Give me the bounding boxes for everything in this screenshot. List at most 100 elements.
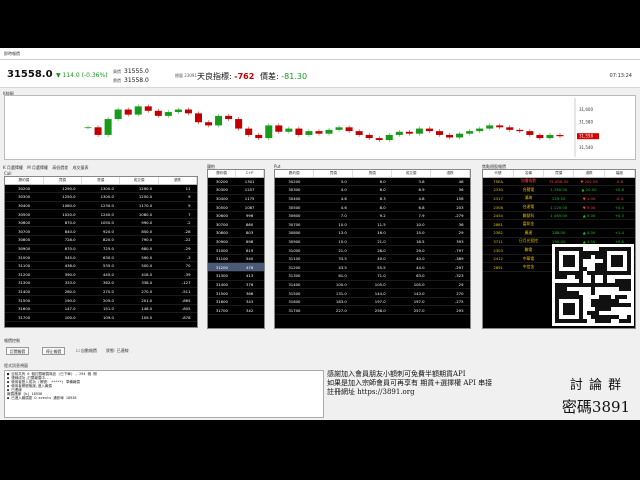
table-row[interactable]: 31600 183.0 197.0 197.0 -275 <box>275 297 470 307</box>
table-row[interactable]: 30600 7.0 9.2 7.9 -279 <box>275 211 470 221</box>
table-row[interactable]: 31100 438.0 535.0 500.0 70 <box>5 261 197 271</box>
table-row[interactable]: 31100 33.5 40.0 40.0 -389 <box>275 254 470 264</box>
unsubscribe-button[interactable]: 停止報價 <box>42 347 66 355</box>
table-row[interactable]: 31500 131.0 144.0 143.0 270 <box>275 288 470 298</box>
table-row[interactable]: 30800 803 <box>208 228 264 238</box>
put-col-header[interactable]: 賣價 <box>352 170 393 178</box>
put-cell: 31300 <box>275 271 314 281</box>
table-row[interactable]: 2330 台積電 1,760.00 ▲ 20.00 +0.6 <box>483 185 635 195</box>
table-row[interactable]: 31500 366 <box>208 288 264 298</box>
table-row[interactable]: 2308 台達電 1,120.00 ▼ 5.00 +0.4 <box>483 202 635 212</box>
table-row[interactable]: 31600 147.0 151.0 148.0 -805 <box>5 304 197 314</box>
table-row[interactable]: 30900 15.0 21.0 16.5 393 <box>275 237 470 247</box>
table-row[interactable]: 30800 13.0 16.0 15.0 29 <box>275 228 470 238</box>
table-row[interactable]: 30300 4.0 6.0 6.9 36 <box>275 185 470 195</box>
put-col-header[interactable]: 成交價 <box>391 170 432 178</box>
table-row[interactable]: 31700 100.0 109.0 109.0 -878 <box>5 312 197 322</box>
call-col-header[interactable]: 成交價 <box>119 177 159 185</box>
table-row[interactable]: 31700 227.0 258.0 257.0 293 <box>275 305 470 315</box>
table-row[interactable]: 31700 342 <box>208 305 264 315</box>
table-row[interactable]: 31300 61.0 71.0 63.0 -323 <box>275 271 470 281</box>
stock-col-header[interactable]: 名稱 <box>513 170 545 178</box>
put-col-header[interactable]: 履約價 <box>275 170 315 178</box>
mid-cell: 1301 <box>235 177 264 187</box>
tab-spread[interactable]: 高低價差 <box>52 165 68 170</box>
table-row[interactable]: 31300 333.0 362.0 338.0 -127 <box>5 278 197 288</box>
table-row[interactable]: 31400 260.0 270.0 270.0 -511 <box>5 287 197 297</box>
table-row[interactable]: 30800 728.0 820.0 790.0 -22 <box>5 235 197 245</box>
table-row[interactable]: 31500 190.0 205.0 201.0 -865 <box>5 295 197 305</box>
tab-m-month[interactable]: M 月選擇權 <box>27 165 48 170</box>
subscribe-button[interactable]: 訂閱報價 <box>6 347 30 355</box>
table-row[interactable]: 31000 619 <box>208 245 264 255</box>
table-row[interactable]: 30400 1080.0 1230.0 1170.0 9 <box>5 201 197 211</box>
put-cell: 29 <box>430 280 470 290</box>
call-col-header[interactable]: 履約價 <box>5 177 44 185</box>
table-row[interactable]: 2317 鴻海 229.50 ▼ 1.00 -0.4 <box>483 194 635 204</box>
mid-cell: 413 <box>235 271 264 281</box>
table-row[interactable]: 30300 1250.0 1300.0 1250.0 9 <box>5 192 197 202</box>
table-row[interactable]: 30400 1175 <box>208 194 264 204</box>
table-row[interactable]: 31200 390.0 445.0 418.0 -39 <box>5 269 197 280</box>
put-col-header[interactable]: 漲跌 <box>430 170 470 178</box>
table-row[interactable]: 30200 1301 <box>208 177 264 187</box>
table-row[interactable]: 30500 1087 <box>208 202 264 212</box>
dow-label: 天良指標: <box>197 72 232 81</box>
call-cell: 260.0 <box>43 287 82 297</box>
stock-cell: 2308 <box>483 202 514 212</box>
table-row[interactable]: 30200 1290.0 1300.0 1290.0 11 <box>5 184 197 194</box>
table-row[interactable]: 30300 1257 <box>208 185 264 195</box>
table-row[interactable]: 30700 10.0 11.5 10.0 36 <box>275 219 470 230</box>
table-row[interactable]: 30700 860 <box>208 219 264 230</box>
put-cell: 10.0 <box>391 219 431 230</box>
table-row[interactable]: 30200 3.0 6.0 3.8 48 <box>275 177 470 187</box>
table-row[interactable]: 30500 1020.0 1240.0 1080.0 7 <box>5 209 197 219</box>
put-cell: 293 <box>430 305 470 315</box>
table-row[interactable]: 31100 540 <box>208 254 264 264</box>
table-row[interactable]: 30500 4.6 8.0 6.8 203 <box>275 202 470 212</box>
candlestick-chart[interactable]: 31,600 31,580 31,558 31,540 <box>4 95 636 160</box>
mid-col-header[interactable]: 履約價 <box>208 170 237 178</box>
candle-body <box>415 128 423 134</box>
auto-quote-checkbox[interactable]: ☐ 自動報價 <box>76 348 97 354</box>
call-col-header[interactable]: 買價 <box>43 177 83 185</box>
table-row[interactable]: 30900 698 <box>208 237 264 247</box>
table-row[interactable]: 31200 43.5 55.5 44.0 -297 <box>275 262 470 273</box>
table-row[interactable]: 30400 4.6 8.3 4.8 156 <box>275 194 470 204</box>
table-row[interactable]: 31200 476 <box>208 262 264 273</box>
table-row[interactable]: 31600 343 <box>208 297 264 307</box>
stock-col-header[interactable]: 代號 <box>483 170 514 178</box>
call-cell: 270.0 <box>119 287 159 297</box>
call-cell: -3 <box>158 252 197 262</box>
price-change: ▼ 114.0 (-0.36%) <box>56 72 108 79</box>
table-row[interactable]: 31400 376 <box>208 280 264 290</box>
tab-k-month[interactable]: K 月選擇權 <box>3 165 23 170</box>
stock-cell: 2891 <box>483 262 514 273</box>
table-row[interactable]: 2881 富邦金 <box>483 219 635 230</box>
stock-col-header[interactable]: 買價 <box>543 170 575 178</box>
message-log[interactable]: ■ 目前共有 0 個訂閱報價商品 (已下單) , 294 個 期 ● 連線成功,… <box>4 370 324 418</box>
stock-col-header[interactable]: 漲跌 <box>573 170 605 178</box>
table-row[interactable]: 30600 870.0 1050.0 990.0 -2 <box>5 218 197 228</box>
table-row[interactable]: 31000 545.0 630.0 590.0 -3 <box>5 252 197 262</box>
call-cell: 30600 <box>5 218 44 228</box>
table-row[interactable]: 30700 840.0 920.0 850.0 -28 <box>5 226 197 237</box>
table-row[interactable]: 2454 聯發科 1,465.00 ▲ 5.00 +0.3 <box>483 211 635 221</box>
table-row[interactable]: 31000 21.0 28.0 29.0 -797 <box>275 245 470 255</box>
mid-col-header[interactable]: C+P <box>235 170 264 178</box>
stock-col-header[interactable]: 幅度 <box>604 170 635 178</box>
call-col-header[interactable]: 賣價 <box>81 177 121 185</box>
table-row[interactable]: 2382 廣達 288.00 ▲ 4.00 +1.4 <box>483 228 635 238</box>
put-col-header[interactable]: 買價 <box>313 170 354 178</box>
call-cell: 1290.0 <box>119 184 159 194</box>
table-row[interactable]: 30600 996 <box>208 211 264 221</box>
call-cell: 725.0 <box>81 244 120 254</box>
table-row[interactable]: 31400 100.0 105.0 105.0 29 <box>275 280 470 290</box>
table-row[interactable]: TSEA 加權指數 31,658.00 ▼ 202.55 -0.6 <box>483 177 635 187</box>
stock-cell: 288.00 <box>543 228 574 238</box>
table-row[interactable]: 31300 413 <box>208 271 264 281</box>
table-row[interactable]: 30900 670.0 725.0 680.0 -29 <box>5 244 197 254</box>
call-col-header[interactable]: 漲跌 <box>158 177 197 185</box>
call-cell: -28 <box>158 226 197 237</box>
tab-volume[interactable]: 成交量表 <box>72 165 88 170</box>
